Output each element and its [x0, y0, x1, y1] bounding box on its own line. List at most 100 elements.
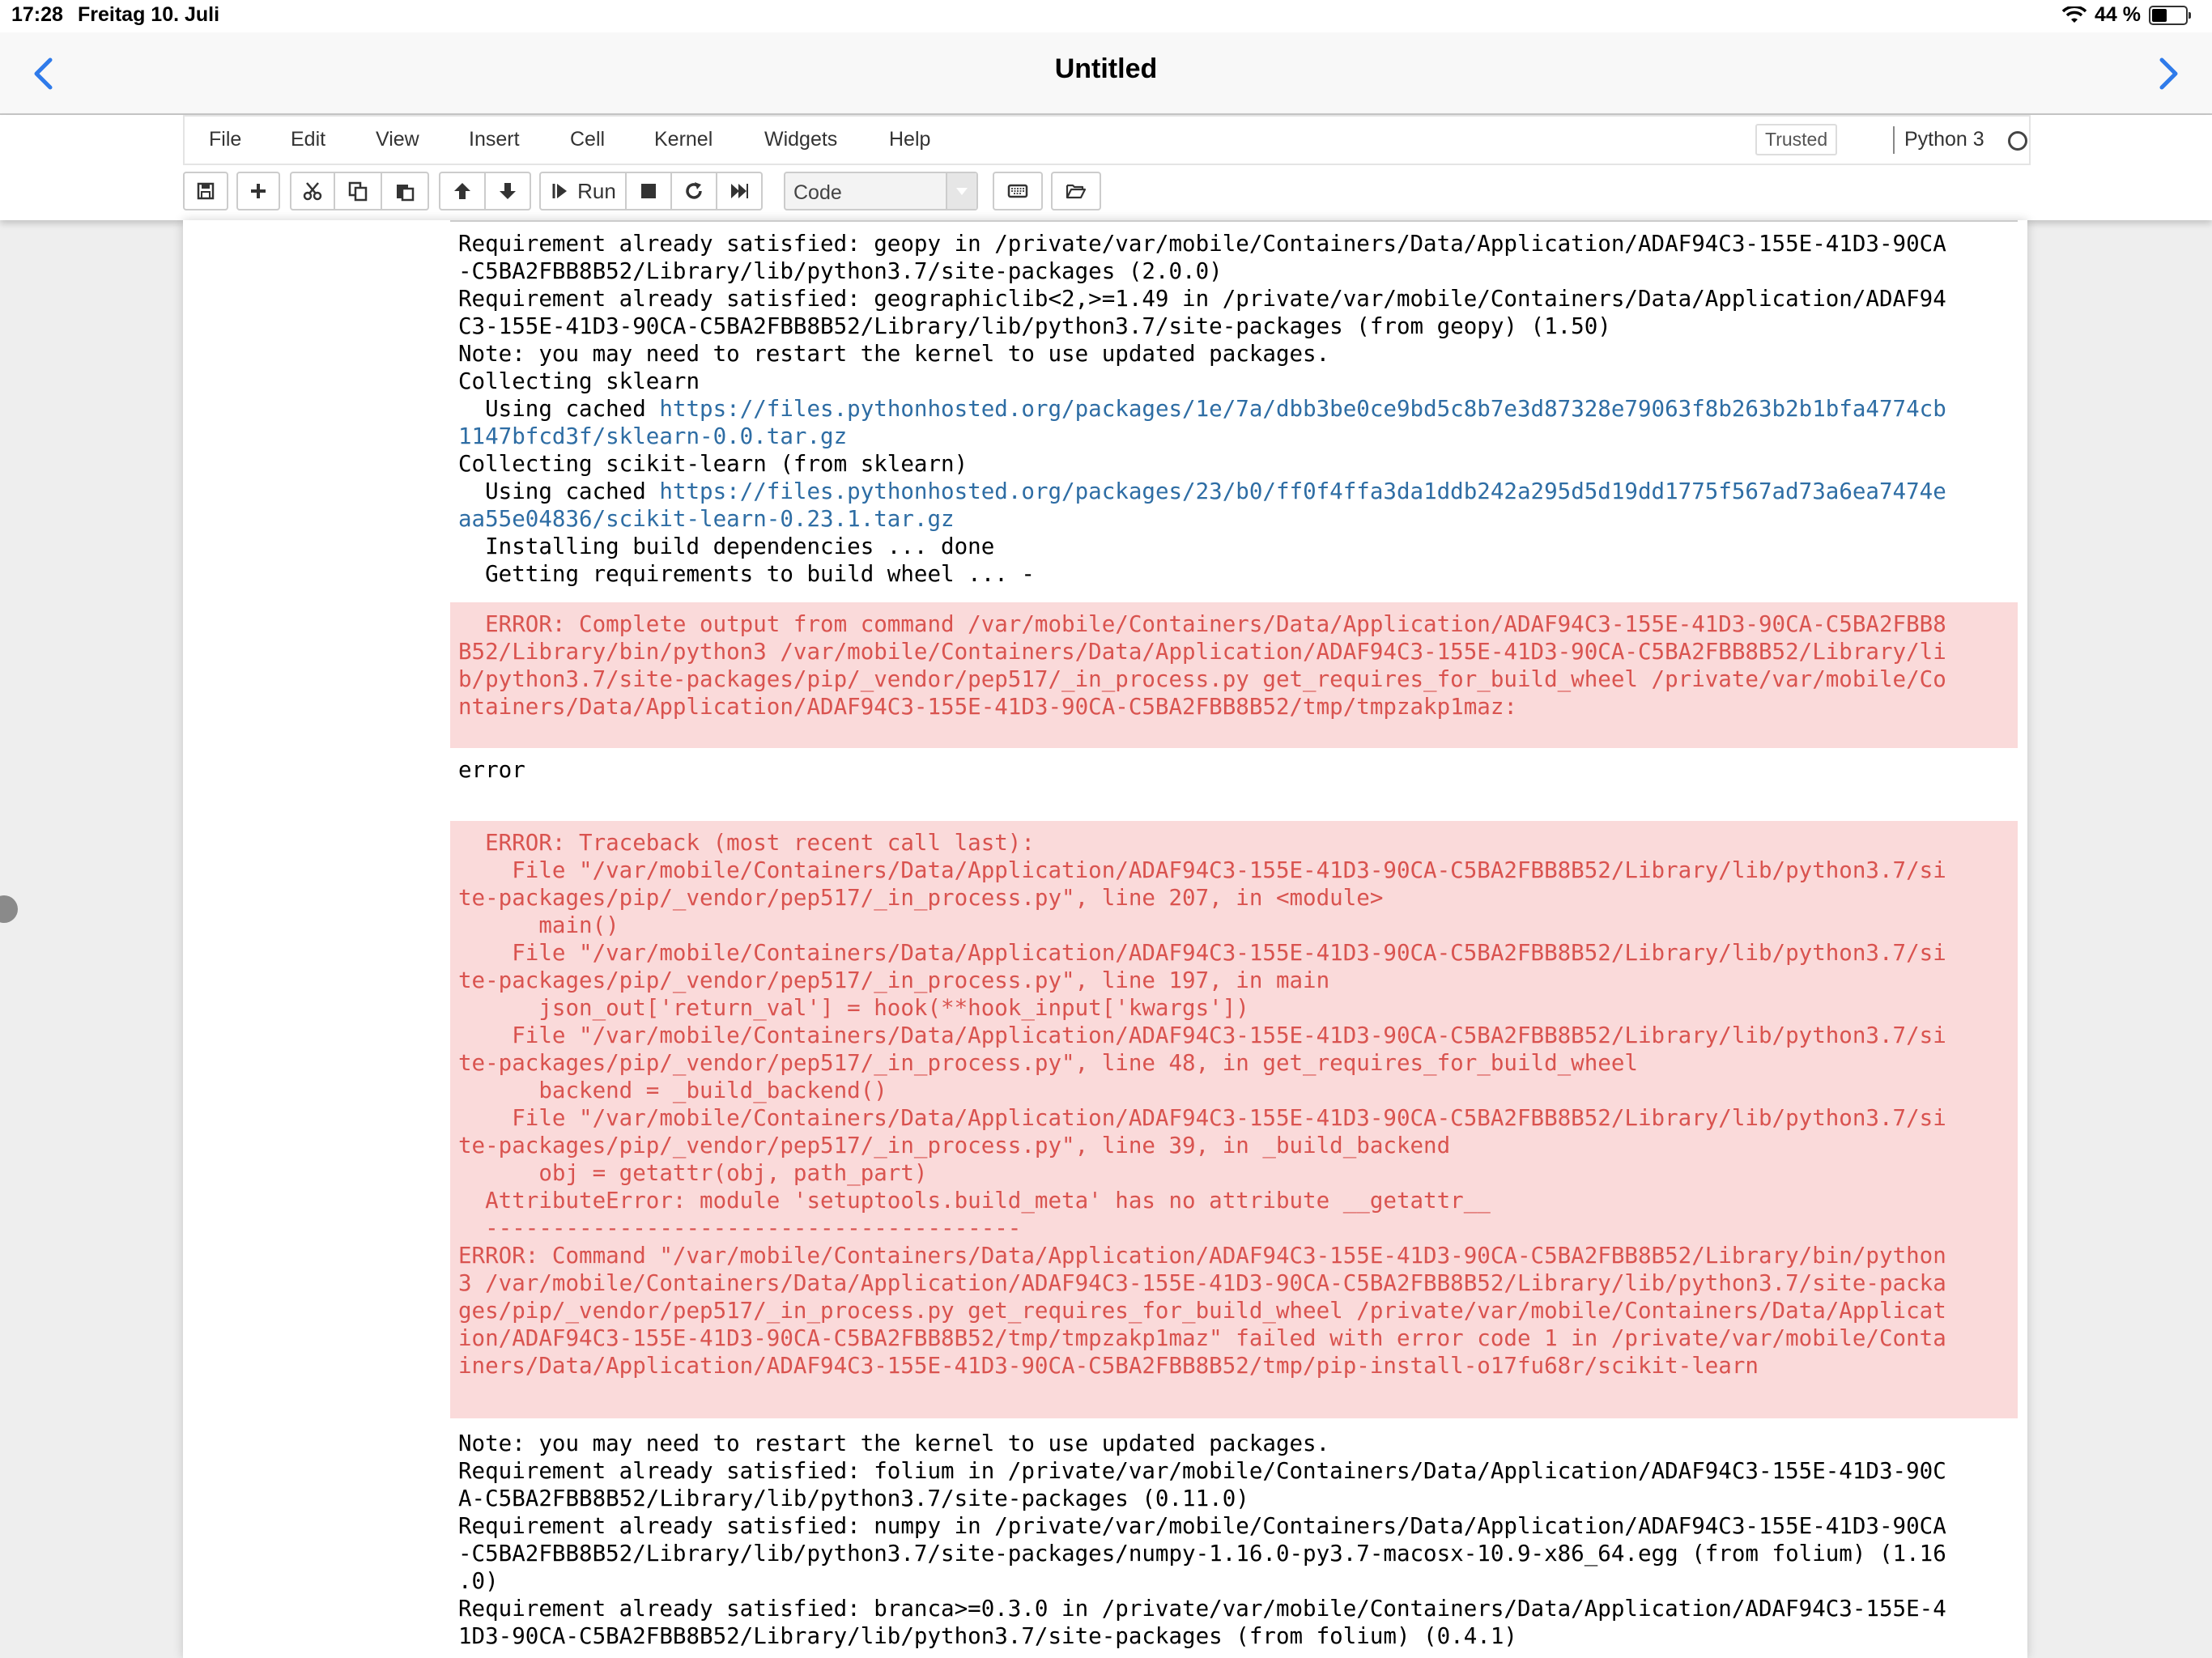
cut-icon	[303, 182, 322, 201]
page-title: Untitled	[1054, 53, 1158, 84]
assistive-touch-handle[interactable]	[0, 895, 18, 923]
command-palette-button[interactable]	[993, 172, 1043, 210]
error-line: ERROR: Traceback (most recent call last)…	[458, 830, 1035, 856]
output-line: Requirement already satisfied: branca>=0…	[458, 1596, 1946, 1622]
error-line: te-packages/pip/_vendor/pep517/_in_proce…	[458, 885, 1384, 911]
output-line: Collecting scikit-learn (from sklearn)	[458, 451, 968, 477]
arrow-up-icon	[454, 183, 470, 199]
move-up-button[interactable]	[439, 172, 486, 210]
output-line: Requirement already satisfied: folium in…	[458, 1458, 1946, 1484]
error-line: ntainers/Data/Application/ADAF94C3-155E-…	[458, 694, 1517, 720]
jupyter-header: File Edit View Insert Cell Kernel Widget…	[0, 115, 2212, 220]
error-line: te-packages/pip/_vendor/pep517/_in_proce…	[458, 967, 1330, 993]
run-icon	[552, 184, 568, 198]
error-line: obj = getattr(obj, path_part)	[458, 1160, 928, 1186]
status-date: Freitag 10. Juli	[78, 3, 220, 26]
status-time: 17:28	[11, 3, 63, 26]
open-file-button[interactable]	[1051, 172, 1101, 210]
error-line: json_out['return_val'] = hook(**hook_inp…	[458, 995, 1249, 1021]
chevron-down-icon	[946, 173, 976, 209]
save-icon	[197, 182, 215, 200]
save-button[interactable]	[183, 172, 228, 210]
restart-icon	[686, 182, 702, 199]
chevron-right-icon[interactable]	[2147, 53, 2188, 94]
error-line: ----------------------------------------	[458, 1215, 1022, 1241]
error-line: File "/var/mobile/Containers/Data/Applic…	[458, 1022, 1946, 1048]
output-line: A-C5BA2FBB8B52/Library/lib/python3.7/sit…	[458, 1486, 1249, 1511]
error-line: ERROR: Command "/var/mobile/Containers/D…	[458, 1243, 1946, 1269]
output-line: Requirement already satisfied: numpy in …	[458, 1513, 1946, 1539]
menu-file[interactable]: File	[209, 128, 241, 151]
output-stderr-1: ERROR: Complete output from command /var…	[450, 602, 2018, 748]
scikit-learn-package-link[interactable]: https://files.pythonhosted.org/packages/…	[659, 478, 1946, 504]
output-stdout-1: Requirement already satisfied: geopy in …	[450, 230, 2018, 588]
output-line: Requirement already satisfied: geographi…	[458, 286, 1946, 312]
error-line: backend = _build_backend()	[458, 1078, 887, 1103]
wifi-icon	[2062, 6, 2087, 23]
error-line: iners/Data/Application/ADAF94C3-155E-41D…	[458, 1353, 1759, 1379]
run-button[interactable]: Run	[539, 172, 627, 210]
error-line: AttributeError: module 'setuptools.build…	[458, 1188, 1491, 1214]
error-line: te-packages/pip/_vendor/pep517/_in_proce…	[458, 1133, 1451, 1158]
toolbar: Run Code	[183, 172, 2027, 212]
keyboard-icon	[1007, 184, 1028, 198]
output-stdout-2: error	[450, 756, 2018, 784]
run-label: Run	[577, 178, 616, 203]
kernel-idle-icon	[2008, 131, 2027, 151]
output-line: C3-155E-41D3-90CA-C5BA2FBB8B52/Library/l…	[458, 313, 1611, 339]
insert-cell-button[interactable]	[236, 172, 280, 210]
interrupt-button[interactable]	[625, 172, 672, 210]
navigation-bar: Untitled	[0, 32, 2212, 115]
output-line: Getting requirements to build wheel ... …	[458, 561, 1035, 587]
menu-kernel[interactable]: Kernel	[654, 128, 713, 151]
paste-button[interactable]	[381, 172, 429, 210]
error-line: main()	[458, 912, 619, 938]
scikit-learn-package-link-cont[interactable]: aa55e04836/scikit-learn-0.23.1.tar.gz	[458, 506, 955, 532]
cell-type-select[interactable]: Code	[784, 172, 978, 210]
error-line: ion/ADAF94C3-155E-41D3-90CA-C5BA2FBB8B52…	[458, 1325, 1946, 1351]
output-line: Installing build dependencies ... done	[458, 534, 995, 559]
error-line: b/python3.7/site-packages/pip/_vendor/pe…	[458, 666, 1946, 692]
battery-icon	[2149, 5, 2191, 25]
notebook-container: Requirement already satisfied: geopy in …	[183, 220, 2027, 1658]
restart-kernel-button[interactable]	[670, 172, 717, 210]
menu-insert[interactable]: Insert	[469, 128, 520, 151]
error-line: ges/pip/_vendor/pep517/_in_process.py ge…	[458, 1298, 1946, 1324]
fast-forward-icon	[731, 184, 748, 198]
output-line: Using cached	[458, 478, 660, 504]
menu-help[interactable]: Help	[889, 128, 930, 151]
cut-button[interactable]	[290, 172, 335, 210]
output-divider	[450, 220, 2018, 222]
menu-edit[interactable]: Edit	[291, 128, 325, 151]
trusted-badge[interactable]: Trusted	[1755, 124, 1838, 155]
folder-open-icon	[1066, 184, 1087, 199]
output-line: Note: you may need to restart the kernel…	[458, 341, 1330, 367]
sklearn-package-link[interactable]: https://files.pythonhosted.org/packages/…	[659, 396, 1946, 422]
menu-cell[interactable]: Cell	[570, 128, 605, 151]
output-line: Collecting sklearn	[458, 368, 700, 394]
output-line: 1D3-90CA-C5BA2FBB8B52/Library/lib/python…	[458, 1623, 1517, 1649]
menu-bar: File Edit View Insert Cell Kernel Widget…	[183, 115, 2031, 165]
kernel-name[interactable]: Python 3	[1904, 128, 1984, 151]
output-line: -C5BA2FBB8B52/Library/lib/python3.7/site…	[458, 1541, 1946, 1567]
output-stdout-3: Note: you may need to restart the kernel…	[450, 1430, 2018, 1650]
error-line: te-packages/pip/_vendor/pep517/_in_proce…	[458, 1050, 1638, 1076]
error-line: File "/var/mobile/Containers/Data/Applic…	[458, 940, 1946, 966]
sklearn-package-link-cont[interactable]: 1147bfcd3f/sklearn-0.0.tar.gz	[458, 423, 847, 449]
output-line: Requirement already satisfied: geopy in …	[458, 231, 1946, 257]
restart-run-all-button[interactable]	[716, 172, 763, 210]
output-line: error	[458, 757, 525, 783]
stop-icon	[641, 184, 656, 198]
error-line: File "/var/mobile/Containers/Data/Applic…	[458, 857, 1946, 883]
kernel-separator	[1893, 126, 1895, 154]
copy-icon	[348, 181, 368, 202]
output-line: .0)	[458, 1568, 499, 1594]
error-line: ERROR: Complete output from command /var…	[458, 611, 1946, 637]
move-down-button[interactable]	[484, 172, 531, 210]
battery-percent: 44 %	[2095, 3, 2141, 26]
cell-output-area: Requirement already satisfied: geopy in …	[450, 220, 2018, 1650]
menu-widgets[interactable]: Widgets	[764, 128, 837, 151]
cell-type-value: Code	[793, 181, 842, 204]
menu-view[interactable]: View	[376, 128, 419, 151]
copy-button[interactable]	[334, 172, 382, 210]
